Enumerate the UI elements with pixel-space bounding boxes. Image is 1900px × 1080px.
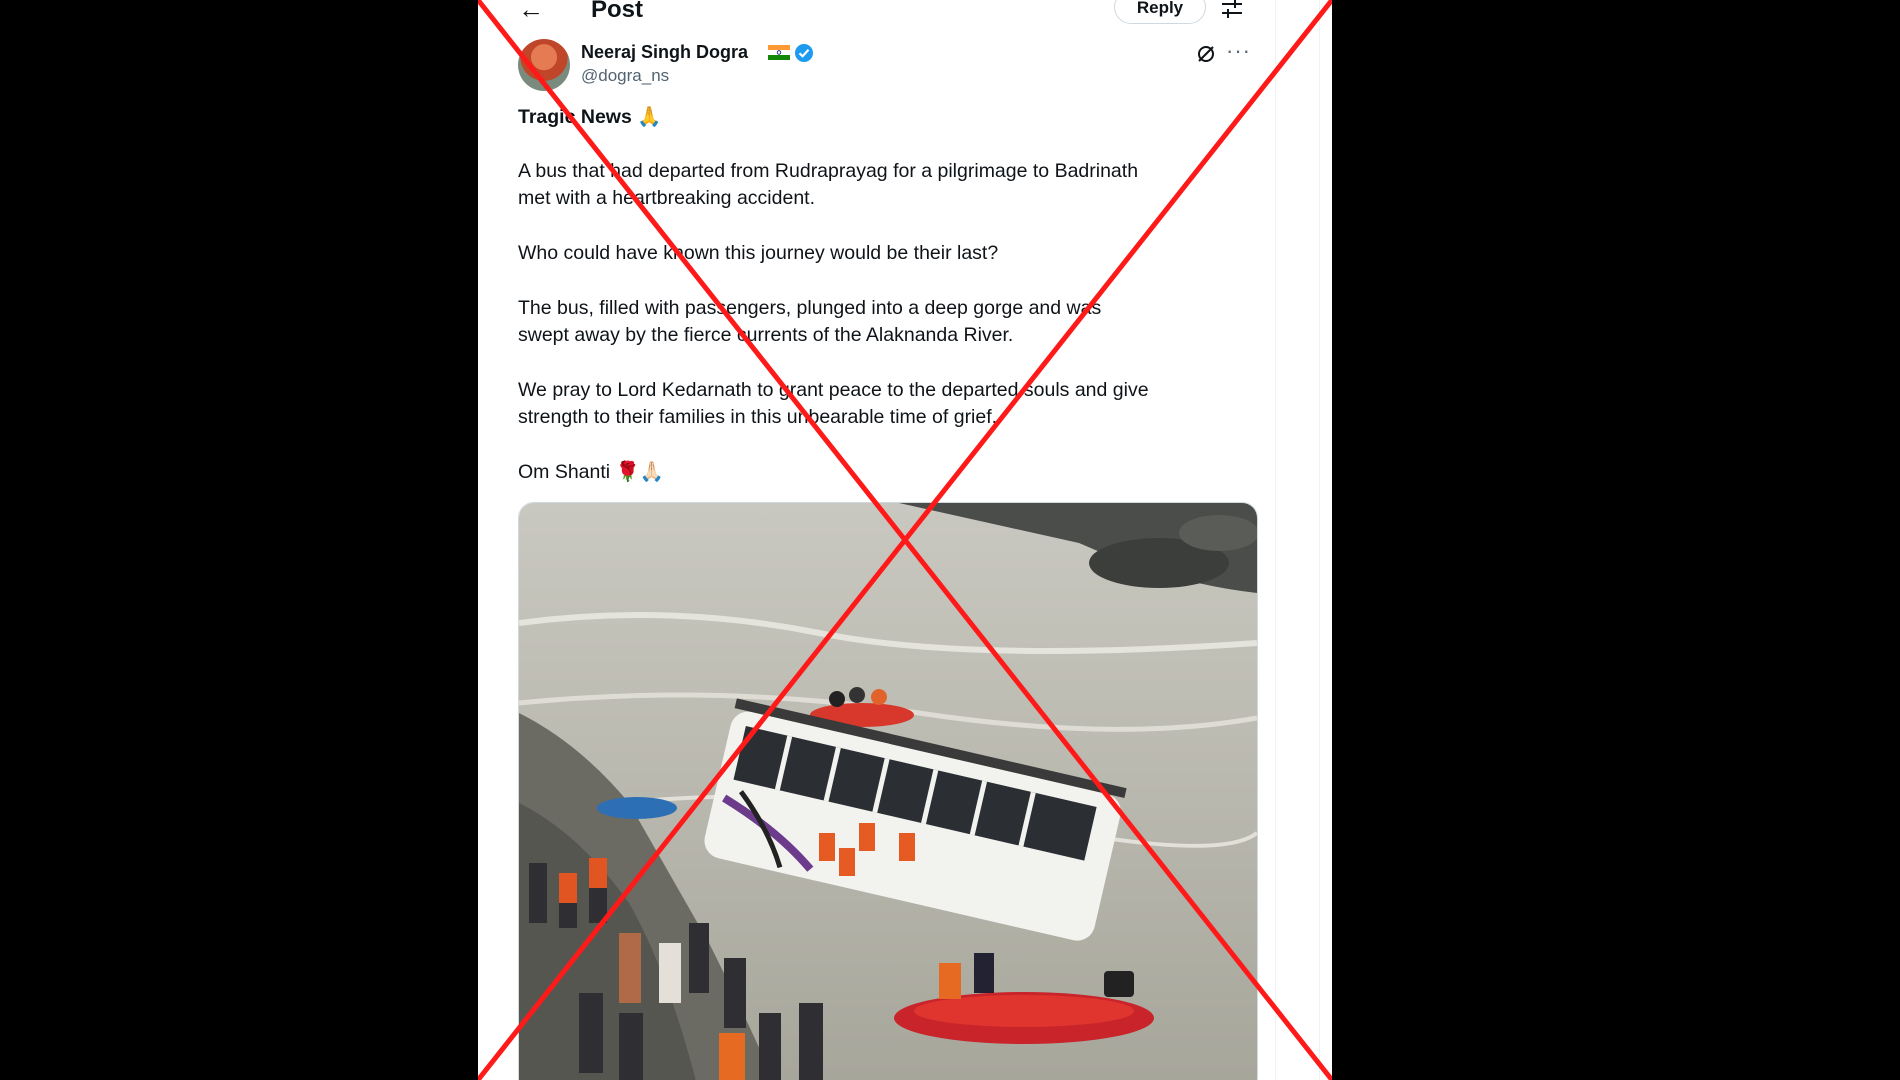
author-name[interactable]: Neeraj Singh Dogra [581, 41, 748, 63]
post-panel: ← Post Reply Neeraj Singh Dogra @dogra_n… [478, 0, 1332, 1080]
more-icon[interactable]: ··· [1226, 38, 1251, 64]
tweet-photo[interactable] [518, 502, 1258, 1080]
tweet-paragraph: We pray to Lord Kedarnath to grant peace… [518, 379, 1149, 428]
tweet-paragraph: A bus that had departed from Rudraprayag… [518, 160, 1139, 209]
sliders-icon[interactable] [1220, 0, 1244, 20]
reply-button[interactable]: Reply [1114, 0, 1206, 24]
verified-badge-icon [795, 44, 813, 62]
tweet-headline: Tragic News 🙏 [518, 106, 662, 128]
bus-in-river-photo [519, 503, 1257, 1080]
india-flag-icon [768, 45, 790, 60]
tweet-paragraph: Om Shanti 🌹🙏🏻 [518, 461, 665, 483]
author-handle[interactable]: @dogra_ns [581, 65, 669, 87]
sidebar-edge [1319, 0, 1332, 1080]
back-arrow-icon[interactable]: ← [518, 0, 544, 22]
tweet-paragraph: Who could have known this journey would … [518, 242, 999, 264]
post-header: ← Post Reply [478, 0, 1278, 26]
avatar[interactable] [518, 39, 570, 91]
grok-icon[interactable] [1196, 44, 1216, 64]
tweet-paragraph: The bus, filled with passengers, plunged… [518, 297, 1102, 346]
tweet-text: Tragic News 🙏 A bus that had departed fr… [518, 104, 1278, 514]
page-title: Post [591, 0, 644, 23]
